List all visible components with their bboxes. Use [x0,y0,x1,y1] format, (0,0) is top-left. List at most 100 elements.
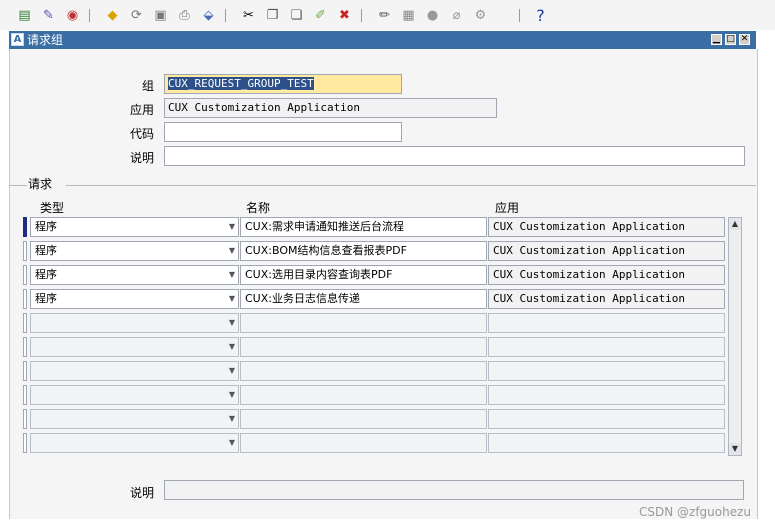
save-icon[interactable]: ◆ [104,7,121,24]
group-field[interactable]: CUX_REQUEST_GROUP_TEST [164,74,402,94]
request-type-select[interactable]: ▼ [30,361,239,381]
toolbar: ▤ ✎ ◉ ◆ ⟳ ▣ ⎙ ⬙ ✂ ❐ ❏ ✐ ✖ ✏ ▦ ● ⌀ ⚙ ? [0,0,775,30]
switch-responsibility-icon[interactable]: ▣ [152,7,169,24]
request-name-field[interactable] [240,313,487,333]
row-indicator[interactable] [23,265,27,285]
minimize-icon[interactable]: ▁ [711,34,722,45]
request-name-field[interactable]: CUX:BOM结构信息查看报表PDF [240,241,487,261]
close-icon[interactable]: ✕ [739,34,750,45]
chevron-down-icon[interactable]: ▼ [229,242,235,260]
request-application-field[interactable]: CUX Customization Application [488,289,725,309]
cut-icon[interactable]: ✂ [240,7,257,24]
requests-section-label: 请求 [28,177,53,191]
chevron-down-icon[interactable]: ▼ [229,314,235,332]
request-name-field[interactable]: CUX:选用目录内容查询表PDF [240,265,487,285]
form-icon: A [11,33,24,46]
window-title-bar: A 请求组 ▁ □ ✕ [9,31,756,49]
chevron-down-icon[interactable]: ▼ [229,434,235,452]
chevron-down-icon[interactable]: ▼ [229,338,235,356]
zoom-icon[interactable]: ▦ [400,7,417,24]
request-application-field[interactable] [488,361,725,381]
row-indicator[interactable] [23,241,27,261]
request-application-field[interactable] [488,385,725,405]
attachments-icon[interactable]: ⌀ [448,7,465,24]
application-field[interactable]: CUX Customization Application [164,98,497,118]
print-icon[interactable]: ⎙ [176,7,193,24]
row-indicator[interactable] [23,289,27,309]
request-type-select[interactable]: 程序 ▼ [30,241,239,261]
row-indicator[interactable] [23,433,27,453]
request-application-field[interactable]: CUX Customization Application [488,217,725,237]
toolbar-separator [89,9,90,22]
scroll-down-icon[interactable]: ▼ [729,443,741,455]
row-indicator[interactable] [23,385,27,405]
next-step-icon[interactable]: ⟳ [128,7,145,24]
help-icon[interactable]: ? [532,7,549,24]
request-name-field[interactable] [240,409,487,429]
scroll-up-icon[interactable]: ▲ [729,218,741,230]
request-type-select[interactable]: ▼ [30,337,239,357]
request-name-field[interactable]: CUX:需求申请通知推送后台流程 [240,217,487,237]
clear-record-icon[interactable]: ✐ [312,7,329,24]
group-label: 组 [141,79,154,93]
copy-icon[interactable]: ❐ [264,7,281,24]
window-title: 请求组 [27,33,64,47]
request-name-field[interactable] [240,433,487,453]
chevron-down-icon[interactable]: ▼ [229,410,235,428]
code-field[interactable] [164,122,402,142]
navigator-icon[interactable]: ◉ [64,7,81,24]
description-field[interactable] [164,146,745,166]
request-type-select[interactable]: 程序 ▼ [30,217,239,237]
application-label: 应用 [129,103,154,117]
close-form-icon[interactable]: ⬙ [200,7,217,24]
request-type-select[interactable]: 程序 ▼ [30,265,239,285]
row-indicator[interactable] [23,217,27,237]
request-application-field[interactable] [488,337,725,357]
request-type-select[interactable]: ▼ [30,433,239,453]
chevron-down-icon[interactable]: ▼ [229,266,235,284]
paste-icon[interactable]: ❏ [288,7,305,24]
request-application-field[interactable]: CUX Customization Application [488,241,725,261]
chevron-down-icon[interactable]: ▼ [229,362,235,380]
footer-description-label: 说明 [129,486,154,500]
requests-scrollbar[interactable]: ▲ ▼ [728,217,742,456]
request-type-select[interactable]: ▼ [30,313,239,333]
footer-description-field[interactable] [164,480,744,500]
row-indicator[interactable] [23,313,27,333]
chevron-down-icon[interactable]: ▼ [229,290,235,308]
request-type-select[interactable]: 程序 ▼ [30,289,239,309]
chevron-down-icon[interactable]: ▼ [229,218,235,236]
request-type-value: 程序 [35,292,57,305]
request-name-field[interactable] [240,385,487,405]
column-header-type: 类型 [40,201,65,215]
translations-icon[interactable]: ● [424,7,441,24]
request-type-select[interactable]: ▼ [30,409,239,429]
edit-field-icon[interactable]: ✏ [376,7,393,24]
folder-tools-icon[interactable]: ⚙ [472,7,489,24]
maximize-icon[interactable]: □ [725,34,736,45]
row-indicator[interactable] [23,337,27,357]
column-header-application: 应用 [495,201,520,215]
toolbar-separator [519,9,520,22]
request-type-select[interactable]: ▼ [30,385,239,405]
request-application-field[interactable] [488,409,725,429]
request-type-value: 程序 [35,268,57,281]
delete-record-icon[interactable]: ✖ [336,7,353,24]
chevron-down-icon[interactable]: ▼ [229,386,235,404]
watermark: CSDN @zfguohezu [639,505,752,519]
request-application-field[interactable] [488,313,725,333]
section-divider [66,185,756,186]
request-application-field[interactable] [488,433,725,453]
request-type-value: 程序 [35,220,57,233]
row-indicator[interactable] [23,361,27,381]
find-icon[interactable]: ✎ [40,7,57,24]
group-value: CUX_REQUEST_GROUP_TEST [168,77,314,90]
row-indicator[interactable] [23,409,27,429]
section-divider [9,185,27,186]
request-name-field[interactable] [240,337,487,357]
new-record-icon[interactable]: ▤ [16,7,33,24]
request-name-field[interactable]: CUX:业务日志信息传递 [240,289,487,309]
toolbar-separator [361,9,362,22]
request-name-field[interactable] [240,361,487,381]
request-application-field[interactable]: CUX Customization Application [488,265,725,285]
